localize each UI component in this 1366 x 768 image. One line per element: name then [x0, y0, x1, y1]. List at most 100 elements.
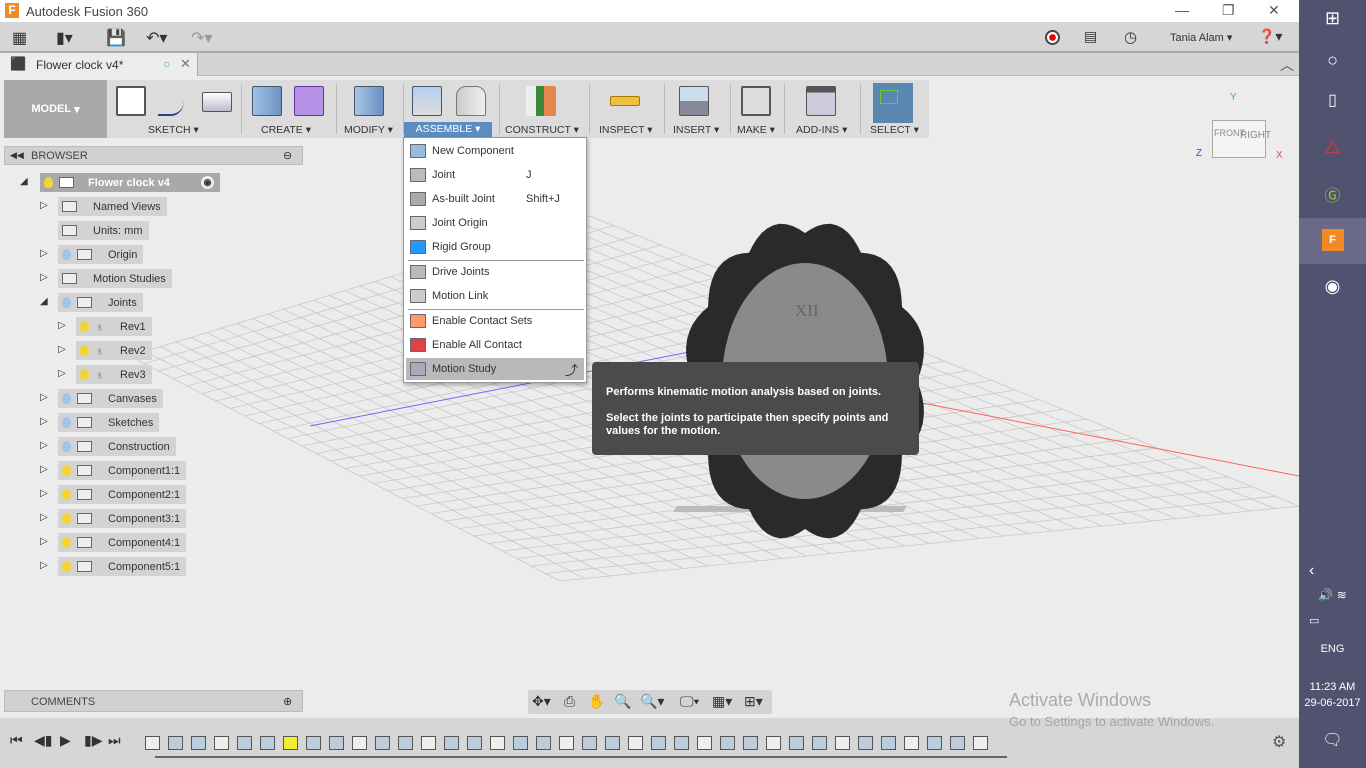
browser-node[interactable]: Named Views: [58, 197, 167, 216]
timeline-feature-icon[interactable]: [720, 736, 735, 750]
display-settings-icon[interactable]: 🖵▾: [680, 693, 699, 710]
visibility-bulb-icon[interactable]: [80, 369, 89, 380]
language-indicator[interactable]: ENG: [1299, 643, 1366, 655]
browser-node[interactable]: Sketches: [58, 413, 160, 432]
timeline-feature-icon[interactable]: [743, 736, 758, 750]
new-component-icon[interactable]: [412, 86, 442, 116]
visibility-bulb-icon[interactable]: [62, 249, 71, 260]
menu-item-as-built-joint[interactable]: As-built Joint Shift+J: [406, 188, 584, 210]
browser-header[interactable]: ◀◀ BROWSER ⊖: [4, 146, 303, 165]
create-menu[interactable]: CREATE ▾: [261, 124, 311, 136]
browser-node[interactable]: Construction: [58, 437, 176, 456]
browser-node[interactable]: Motion Studies: [58, 269, 172, 288]
sketch-menu[interactable]: SKETCH ▾: [148, 124, 199, 136]
timeline-feature-icon[interactable]: [858, 736, 873, 750]
construct-menu[interactable]: CONSTRUCT ▾: [505, 124, 579, 136]
redo-icon[interactable]: ↷▾: [191, 28, 212, 48]
expand-toggle-icon[interactable]: ▷: [40, 560, 48, 571]
restore-button[interactable]: ❐: [1222, 2, 1235, 19]
cortana-icon[interactable]: ○: [1299, 50, 1366, 71]
zoom-icon[interactable]: 🔍: [614, 693, 631, 710]
collapse-ribbon-icon[interactable]: ︿: [1280, 55, 1294, 75]
timeline-feature-icon[interactable]: [260, 736, 275, 750]
orbit-icon[interactable]: ✥▾: [532, 693, 551, 710]
timeline-feature-icon[interactable]: [651, 736, 666, 750]
visibility-bulb-icon[interactable]: [62, 441, 71, 452]
expand-toggle-icon[interactable]: ▷: [58, 344, 66, 355]
add-comment-icon[interactable]: ⊕: [283, 695, 292, 708]
make-menu[interactable]: MAKE ▾: [737, 124, 775, 136]
browser-node[interactable]: Origin: [58, 245, 144, 264]
record-icon[interactable]: [1045, 30, 1060, 45]
apps-grid-icon[interactable]: ▦: [12, 28, 27, 48]
expand-toggle-icon[interactable]: ▷: [40, 536, 48, 547]
create-sketch-icon[interactable]: [116, 86, 146, 116]
browser-node[interactable]: ♁ Rev1: [76, 317, 152, 336]
press-pull-icon[interactable]: [354, 86, 384, 116]
browser-node[interactable]: Component4:1: [58, 533, 187, 552]
browser-options-icon[interactable]: ⊖: [283, 149, 292, 162]
select-menu[interactable]: SELECT ▾: [870, 124, 919, 136]
browser-node[interactable]: ♁ Rev3: [76, 365, 152, 384]
timeline-feature-icon[interactable]: [513, 736, 528, 750]
expand-toggle-icon[interactable]: ▷: [58, 368, 66, 379]
expand-toggle-icon[interactable]: ▷: [40, 272, 48, 283]
timeline-feature-icon[interactable]: [582, 736, 597, 750]
visibility-bulb-icon[interactable]: [62, 417, 71, 428]
pan-icon[interactable]: ✋: [588, 693, 605, 710]
expand-toggle-icon[interactable]: ▷: [58, 320, 66, 331]
chrome-icon[interactable]: ◉: [1299, 276, 1366, 297]
expand-toggle-icon[interactable]: ▷: [40, 488, 48, 499]
timeline-feature-icon[interactable]: [191, 736, 206, 750]
timeline-feature-icon[interactable]: [283, 736, 298, 750]
volume-wifi-icons[interactable]: 🔊 ≋: [1299, 588, 1366, 602]
timeline-feature-icon[interactable]: [628, 736, 643, 750]
visibility-bulb-icon[interactable]: [62, 561, 71, 572]
expand-toggle-icon[interactable]: ◢: [40, 296, 48, 307]
clock-icon[interactable]: ◷: [1124, 28, 1137, 46]
menu-item-drive-joints[interactable]: Drive Joints: [406, 261, 584, 283]
rectangle-icon[interactable]: [202, 92, 232, 112]
timeline-feature-icon[interactable]: [214, 736, 229, 750]
timeline-feature-icon[interactable]: [904, 736, 919, 750]
close-tab-icon[interactable]: ✕: [180, 56, 191, 72]
browser-node[interactable]: Units: mm: [58, 221, 149, 240]
timeline-feature-icon[interactable]: [398, 736, 413, 750]
visibility-bulb-icon[interactable]: [62, 393, 71, 404]
menu-item-motion-study[interactable]: Motion Study ⤴: [406, 358, 584, 380]
visibility-bulb-icon[interactable]: [62, 465, 71, 476]
expand-toggle-icon[interactable]: ▷: [40, 248, 48, 259]
measure-icon[interactable]: [610, 96, 640, 106]
step-back-icon[interactable]: ◀▮: [34, 732, 52, 749]
g-app-icon[interactable]: Ⓖ: [1299, 182, 1366, 206]
help-icon[interactable]: ❓▾: [1258, 28, 1282, 45]
go-to-end-icon[interactable]: ⏭: [108, 732, 121, 749]
view-cube[interactable]: FRONT RIGHT Y X Z: [1196, 92, 1286, 167]
expand-toggle-icon[interactable]: ▷: [40, 464, 48, 475]
menu-item-motion-link[interactable]: Motion Link: [406, 285, 584, 307]
grid-settings-icon[interactable]: ▦▾: [712, 693, 732, 710]
joint-icon[interactable]: [456, 86, 486, 116]
form-icon[interactable]: [294, 86, 324, 116]
select-icon[interactable]: [873, 83, 913, 123]
modify-menu[interactable]: MODIFY ▾: [344, 124, 393, 136]
pin-icon[interactable]: ⤴: [565, 360, 578, 379]
visibility-bulb-icon[interactable]: [62, 297, 71, 308]
visibility-bulb-icon[interactable]: [44, 177, 53, 188]
browser-node[interactable]: ♁ Rev2: [76, 341, 152, 360]
undo-icon[interactable]: ↶▾: [146, 28, 167, 48]
browser-node[interactable]: Component2:1: [58, 485, 187, 504]
menu-item-new-component[interactable]: New Component: [406, 140, 584, 162]
timeline-feature-icon[interactable]: [306, 736, 321, 750]
extrude-icon[interactable]: [252, 86, 282, 116]
timeline-feature-icon[interactable]: [329, 736, 344, 750]
timeline-feature-icon[interactable]: [375, 736, 390, 750]
timeline-feature-icon[interactable]: [536, 736, 551, 750]
insert-menu[interactable]: INSERT ▾: [673, 124, 719, 136]
browser-node[interactable]: Component1:1: [58, 461, 187, 480]
expand-toggle-icon[interactable]: ▷: [40, 200, 48, 211]
go-to-start-icon[interactable]: ⏮: [10, 732, 23, 749]
browser-node[interactable]: Joints: [58, 293, 143, 312]
timeline-feature-icon[interactable]: [605, 736, 620, 750]
save-icon[interactable]: 💾: [106, 28, 126, 48]
